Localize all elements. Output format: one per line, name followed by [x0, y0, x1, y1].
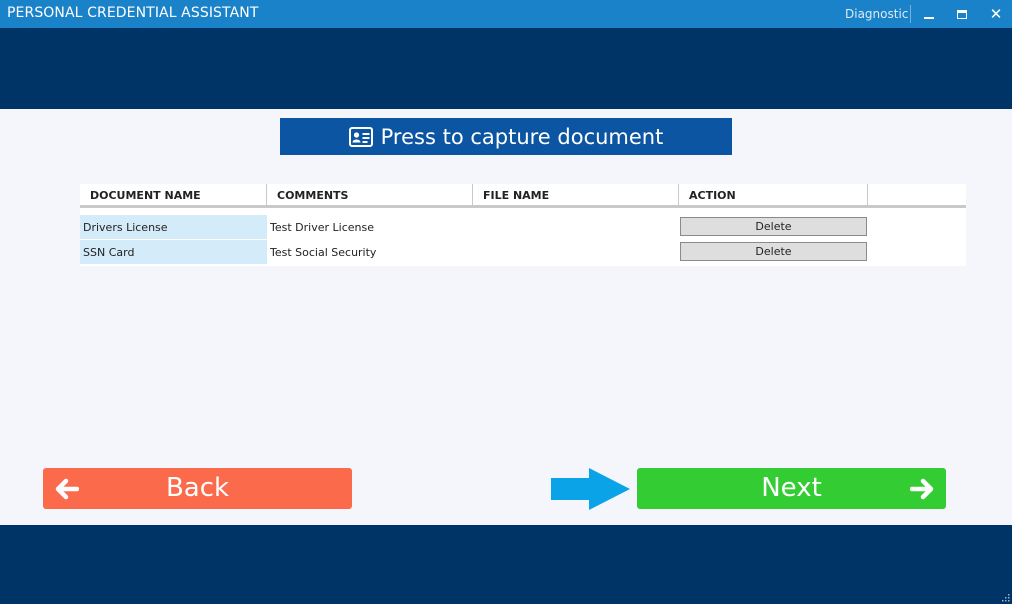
- close-icon: ✕: [989, 5, 1003, 23]
- footer-band: [0, 525, 1012, 604]
- id-card-icon: [348, 126, 373, 147]
- title-bar: PERSONAL CREDENTIAL ASSISTANT Diagnostic…: [0, 0, 1012, 28]
- close-button[interactable]: ✕: [981, 0, 1011, 28]
- capture-document-button[interactable]: Press to capture document: [280, 118, 732, 155]
- table-row: SSN Card Test Social Security Delete: [80, 240, 966, 265]
- delete-button[interactable]: Delete: [680, 217, 867, 236]
- column-header-action: ACTION: [679, 184, 868, 206]
- back-label: Back: [165, 473, 230, 503]
- next-button[interactable]: Next: [637, 468, 946, 509]
- maximize-icon: [957, 9, 967, 19]
- comment-cell: Test Social Security: [270, 246, 377, 259]
- document-name-cell: Drivers License: [80, 215, 267, 239]
- diagnostic-link[interactable]: Diagnostic: [845, 7, 908, 21]
- arrow-right-icon: [910, 478, 934, 500]
- table-body: Drivers License Test Driver License Dele…: [80, 208, 966, 266]
- delete-button[interactable]: Delete: [680, 242, 867, 261]
- column-header-comments: COMMENTS: [267, 184, 473, 206]
- minimize-button[interactable]: [914, 0, 944, 28]
- table-row: Drivers License Test Driver License Dele…: [80, 215, 966, 240]
- column-header-document-name: DOCUMENT NAME: [80, 184, 267, 206]
- resize-grip-icon[interactable]: [1000, 592, 1010, 602]
- back-button[interactable]: Back: [43, 468, 352, 509]
- table-header: DOCUMENT NAME COMMENTS FILE NAME ACTION: [80, 184, 966, 208]
- blue-pointer-arrow-icon: [551, 468, 630, 510]
- column-header-file-name: FILE NAME: [473, 184, 679, 206]
- minimize-icon: [924, 17, 934, 19]
- document-name-cell: SSN Card: [80, 240, 267, 264]
- capture-document-label: Press to capture document: [380, 124, 664, 149]
- main-content: [0, 109, 1012, 525]
- maximize-button[interactable]: [947, 0, 977, 28]
- window-title: PERSONAL CREDENTIAL ASSISTANT: [7, 5, 259, 21]
- comment-cell: Test Driver License: [270, 221, 374, 234]
- documents-table: DOCUMENT NAME COMMENTS FILE NAME ACTION …: [80, 184, 966, 266]
- header-band: [0, 28, 1012, 109]
- next-label: Next: [761, 473, 822, 503]
- titlebar-separator: [910, 5, 911, 23]
